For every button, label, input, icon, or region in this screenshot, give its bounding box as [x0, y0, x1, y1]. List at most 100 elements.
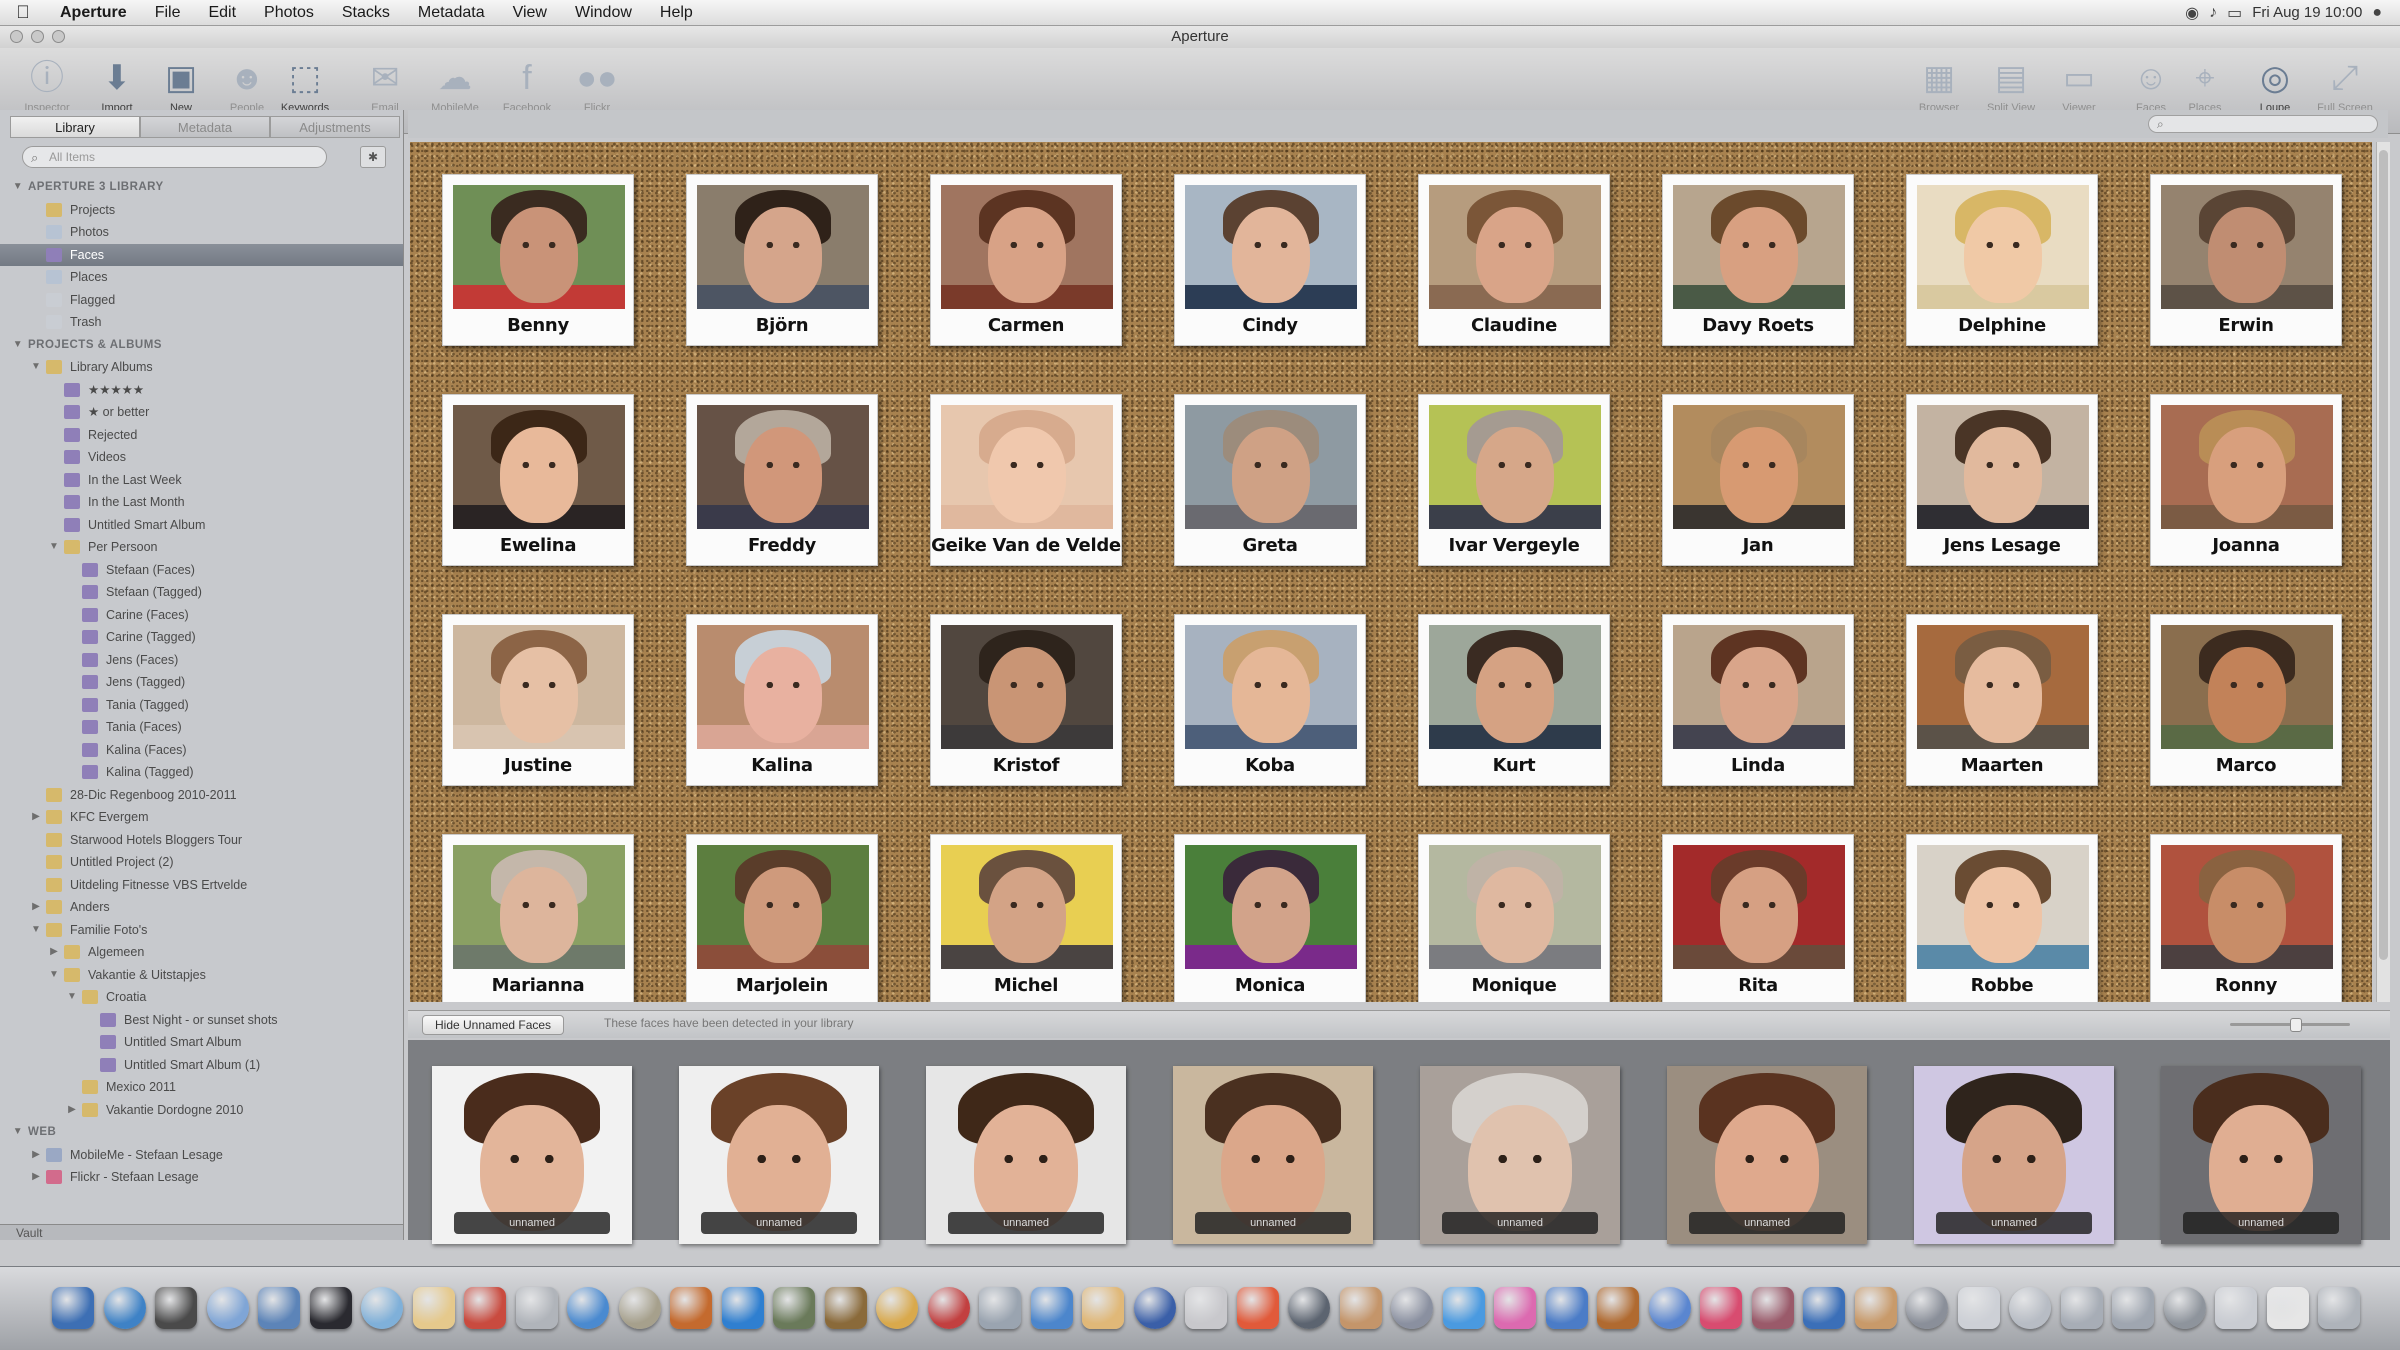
dock-app-icon[interactable]	[361, 1287, 403, 1329]
dock-app-icon[interactable]	[567, 1287, 609, 1329]
tab-metadata[interactable]: Metadata	[140, 116, 270, 138]
face-card[interactable]: Ronny	[2150, 834, 2342, 1002]
face-name[interactable]: Monica	[1175, 975, 1365, 996]
sidebar-item[interactable]: Untitled Smart Album (1)	[0, 1054, 403, 1077]
dock-app-icon[interactable]	[155, 1287, 197, 1329]
face-name[interactable]: Joanna	[2151, 535, 2341, 556]
loupe-button[interactable]: ◎ Loupe	[2240, 54, 2310, 114]
full-screen-button[interactable]: ⤢ Full Screen	[2310, 54, 2380, 114]
unnamed-face[interactable]: unnamed	[1914, 1066, 2114, 1244]
face-card[interactable]: Ewelina	[442, 394, 634, 566]
sidebar-section-header[interactable]: ▼ WEB	[0, 1121, 403, 1144]
sidebar-item[interactable]: Untitled Smart Album	[0, 514, 403, 537]
dock-app-icon[interactable]	[2318, 1287, 2360, 1329]
face-card[interactable]: Kristof	[930, 614, 1122, 786]
dock-app-icon[interactable]	[258, 1287, 300, 1329]
browser-search-input[interactable]: ⌕	[2148, 115, 2378, 133]
face-name[interactable]: Erwin	[2151, 315, 2341, 336]
dock-app-icon[interactable]	[1700, 1287, 1742, 1329]
battery-icon[interactable]: ▭	[2227, 3, 2242, 23]
menu-app[interactable]: Aperture	[46, 4, 141, 22]
menu-stacks[interactable]: Stacks	[328, 4, 404, 22]
disclosure-open-icon[interactable]: ▼	[30, 919, 42, 942]
disclosure-open-icon[interactable]: ▼	[66, 986, 78, 1009]
menu-file[interactable]: File	[141, 4, 195, 22]
menu-view[interactable]: View	[499, 4, 561, 22]
face-name[interactable]: Delphine	[1907, 315, 2097, 336]
face-card[interactable]: Maarten	[1906, 614, 2098, 786]
dock-app-icon[interactable]	[1339, 1287, 1382, 1329]
sidebar-item[interactable]: ▶ Algemeen	[0, 941, 403, 964]
face-card[interactable]: Jens Lesage	[1906, 394, 2098, 566]
wifi-icon[interactable]: ◉	[2185, 3, 2199, 23]
unnamed-name-field[interactable]: unnamed	[1689, 1212, 1845, 1234]
sidebar-item[interactable]: Kalina (Faces)	[0, 739, 403, 762]
dock-app-icon[interactable]	[1597, 1287, 1639, 1329]
face-card[interactable]: Carmen	[930, 174, 1122, 346]
disclosure-closed-icon[interactable]: ▶	[30, 1166, 42, 1189]
disclosure-closed-icon[interactable]: ▶	[66, 1099, 78, 1122]
face-card[interactable]: Kurt	[1418, 614, 1610, 786]
sidebar-section-header[interactable]: ▼ PROJECTS & ALBUMS	[0, 334, 403, 357]
face-name[interactable]: Marco	[2151, 755, 2341, 776]
sidebar-item[interactable]: Tania (Faces)	[0, 716, 403, 739]
unnamed-name-field[interactable]: unnamed	[454, 1212, 610, 1234]
menubar-clock[interactable]: Fri Aug 19 10:00	[2252, 4, 2362, 21]
face-name[interactable]: Ivar Vergeyle	[1419, 535, 1609, 556]
sidebar-item[interactable]: ▼ Per Persoon	[0, 536, 403, 559]
volume-icon[interactable]: ♪	[2209, 4, 2217, 22]
face-card[interactable]: Geike Van de Velde	[930, 394, 1122, 566]
face-card[interactable]: Greta	[1174, 394, 1366, 566]
sidebar-item[interactable]: ▶ KFC Evergem	[0, 806, 403, 829]
sidebar-item[interactable]: Kalina (Tagged)	[0, 761, 403, 784]
unnamed-face[interactable]: unnamed	[926, 1066, 1126, 1244]
dock-app-icon[interactable]	[464, 1287, 506, 1329]
dock-app-icon[interactable]	[2009, 1287, 2051, 1329]
dock-app-icon[interactable]	[2163, 1287, 2206, 1329]
places-button[interactable]: ⌖ Places	[2170, 54, 2240, 114]
face-card[interactable]: Robbe	[1906, 834, 2098, 1002]
dock-app-icon[interactable]	[1648, 1287, 1691, 1329]
sidebar-item[interactable]: Uitdeling Fitnesse VBS Ertvelde	[0, 874, 403, 897]
face-name[interactable]: Jan	[1663, 535, 1853, 556]
face-card[interactable]: Benny	[442, 174, 634, 346]
unnamed-face[interactable]: unnamed	[1667, 1066, 1867, 1244]
face-card[interactable]: Björn	[686, 174, 878, 346]
sidebar-item[interactable]: ★★★★★	[0, 379, 403, 402]
face-card[interactable]: Jan	[1662, 394, 1854, 566]
sidebar-item[interactable]: Carine (Faces)	[0, 604, 403, 627]
face-name[interactable]: Ewelina	[443, 535, 633, 556]
face-name[interactable]: Davy Roets	[1663, 315, 1853, 336]
dock-app-icon[interactable]	[2266, 1287, 2309, 1329]
face-name[interactable]: Kristof	[931, 755, 1121, 776]
face-name[interactable]: Robbe	[1907, 975, 2097, 996]
face-card[interactable]: Joanna	[2150, 394, 2342, 566]
dock-app-icon[interactable]	[2215, 1287, 2257, 1329]
face-name[interactable]: Linda	[1663, 755, 1853, 776]
dock-app-icon[interactable]	[1288, 1287, 1330, 1329]
sidebar-item[interactable]: Starwood Hotels Bloggers Tour	[0, 829, 403, 852]
unnamed-name-field[interactable]: unnamed	[1195, 1212, 1351, 1234]
sidebar-item[interactable]: In the Last Week	[0, 469, 403, 492]
sidebar-item[interactable]: ▼ Vakantie & Uitstapjes	[0, 964, 403, 987]
corkboard-scrollbar[interactable]	[2376, 142, 2390, 1002]
face-card[interactable]: Davy Roets	[1662, 174, 1854, 346]
keywords-button[interactable]: ⬚ Keywords	[270, 54, 340, 114]
face-name[interactable]: Justine	[443, 755, 633, 776]
face-size-slider[interactable]	[2230, 1018, 2350, 1032]
face-name[interactable]: Benny	[443, 315, 633, 336]
disclosure-closed-icon[interactable]: ▶	[30, 806, 42, 829]
sidebar-item[interactable]: ▶ MobileMe - Stefaan Lesage	[0, 1144, 403, 1167]
disclosure-open-icon[interactable]: ▼	[12, 176, 24, 199]
sidebar-search-input[interactable]: ⌕ All Items	[22, 146, 327, 168]
menu-photos[interactable]: Photos	[250, 4, 328, 22]
tab-library[interactable]: Library	[10, 116, 140, 138]
dock-app-icon[interactable]	[1133, 1287, 1176, 1329]
unnamed-name-field[interactable]: unnamed	[701, 1212, 857, 1234]
sidebar-item[interactable]: Stefaan (Faces)	[0, 559, 403, 582]
dock-app-icon[interactable]	[1082, 1287, 1124, 1329]
dock-app-icon[interactable]	[1185, 1287, 1227, 1329]
dock-app-icon[interactable]	[1906, 1287, 1948, 1329]
disclosure-open-icon[interactable]: ▼	[12, 1121, 24, 1144]
unnamed-face[interactable]: unnamed	[679, 1066, 879, 1244]
